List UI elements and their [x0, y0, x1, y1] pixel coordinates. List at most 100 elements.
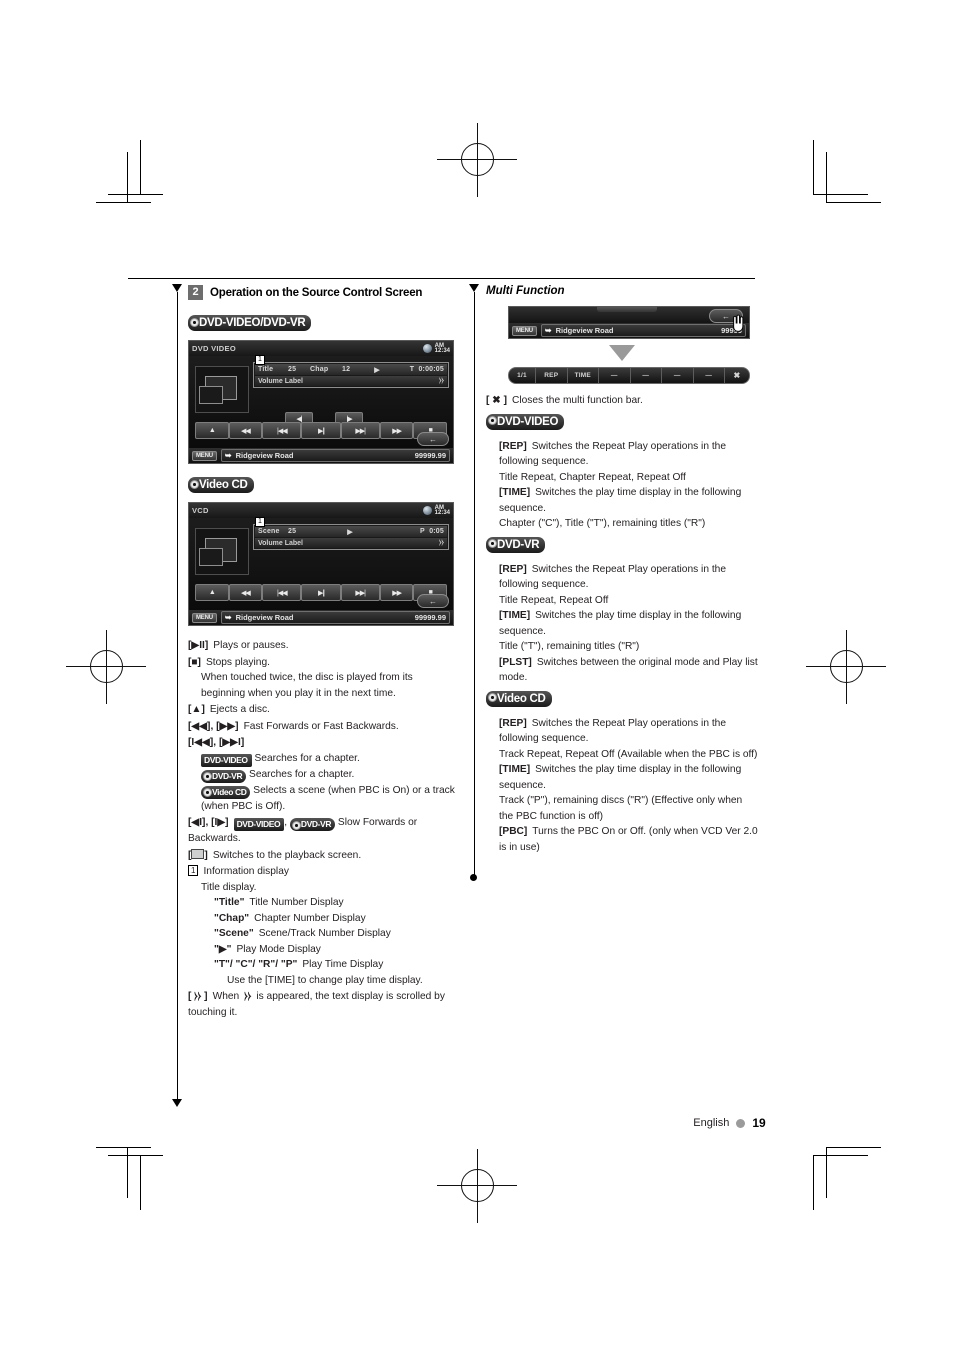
menu-button[interactable]: MENU: [512, 325, 537, 336]
rep-desc: Switches the Repeat Play operations in t…: [499, 717, 726, 745]
footer-dot-icon: [736, 1118, 746, 1128]
dvd-info-row-1: Title 25 Chap 12 ▶ T 0:00:05: [255, 364, 447, 375]
fast-forward-desc: Fast Forwards or Fast Backwards.: [243, 720, 399, 732]
dvd-clock-time: 12:34: [434, 347, 450, 354]
skip-dvdvideo-line: DVD-VIDEO Searches for a chapter.: [188, 751, 456, 767]
time-sequence: Chapter ("C"), Title ("T"), remaining ti…: [499, 518, 706, 529]
fast-backward-button[interactable]: ◀◀: [228, 584, 263, 601]
play-pause-button[interactable]: ▶||: [301, 422, 341, 439]
mf-blank-button-1[interactable]: —: [599, 368, 631, 383]
mf-rep-button[interactable]: REP: [536, 368, 568, 383]
fast-backward-button[interactable]: ◀◀: [228, 422, 263, 439]
skip-key: [I◀◀], [▶▶I]: [188, 737, 245, 748]
dvdvr-time: [TIME] Switches the play time display in …: [486, 608, 758, 655]
info-display-title: Information display: [203, 866, 289, 877]
vcd-clock: AM 12:34: [422, 505, 450, 516]
dvd-vr-inline-badge: DVD-VR: [201, 769, 247, 783]
fast-forward-button[interactable]: ▶▶: [379, 422, 414, 439]
vcd-time-display: P 0:05: [420, 528, 444, 535]
entry-slow: [◀I], [I▶] DVD-VIDEO, DVD-VR Slow Forward…: [188, 817, 418, 844]
entry-playback-screen: [] Switches to the playback screen.: [188, 848, 456, 864]
play-pause-button[interactable]: ▶||: [301, 584, 341, 601]
mf-nav-left: ➥ Ridgeview Road: [545, 326, 614, 335]
eject-button[interactable]: ▲: [195, 422, 229, 439]
vcd-info-row-1: Scene 25 ▶ P 0:05: [255, 526, 447, 537]
mf-navigation-bar[interactable]: ➥ Ridgeview Road 99999: [540, 324, 746, 337]
footer-language: English: [693, 1117, 730, 1129]
vcd-return-button[interactable]: ←: [417, 594, 449, 608]
dvdvr-rep: [REP] Switches the Repeat Play operations…: [486, 562, 758, 609]
mf-blank-button-3[interactable]: —: [662, 368, 694, 383]
rep-sequence: Title Repeat, Chapter Repeat, Repeat Off: [499, 471, 686, 483]
dvd-information-display: Title 25 Chap 12 ▶ T 0:00:05 Volume Labe…: [253, 362, 449, 388]
vcd-clock-text: AM 12:34: [435, 505, 450, 516]
dvd-play-mode-icon: ▶: [374, 366, 380, 374]
dvdvr-section-badge-wrap: DVD-VR: [486, 536, 546, 558]
vcd-scene-value: 25: [288, 528, 297, 535]
mf-close-button[interactable]: ✖: [725, 368, 749, 383]
multi-function-tab-area: ←: [509, 307, 749, 332]
dvd-transport-button-row: ▲ ◀◀ |◀◀ ▶|| ▶▶| ▶▶ ■: [195, 422, 447, 439]
dvd-navigation-bar[interactable]: ➥ Ridgeview Road 99999.99: [220, 449, 450, 462]
mf-blank-button-4[interactable]: —: [694, 368, 725, 383]
dvd-video-thumbnail[interactable]: [195, 366, 249, 413]
dvd-info-row-2: Volume Label ⧽⧽: [255, 376, 447, 386]
def-title: "Title" Title Number Display: [188, 895, 456, 911]
previous-track-button[interactable]: |◀◀: [262, 584, 302, 601]
menu-button[interactable]: MENU: [192, 450, 217, 461]
playback-screen-desc: Switches to the playback screen.: [212, 849, 362, 861]
dvd-time-display: T 0:00:05: [409, 366, 444, 373]
footer-inner: English 19: [693, 1116, 765, 1130]
dvd-return-button[interactable]: ←: [417, 432, 449, 446]
vcd-navigation-bar[interactable]: ➥ Ridgeview Road 99999.99: [220, 611, 450, 624]
left-column: 2 Operation on the Source Control Screen…: [188, 285, 456, 1021]
video-cd-heading-badge: Video CD: [188, 477, 254, 493]
registration-mark-left: [66, 630, 146, 704]
multi-function-tab-handle[interactable]: [597, 307, 657, 312]
menu-button[interactable]: MENU: [192, 612, 217, 623]
play-pause-key: [▶II]: [188, 640, 209, 651]
dvd-nav-left: ➥ Ridgeview Road: [225, 451, 294, 460]
right-flow-arrow-top: [469, 284, 479, 292]
fast-forward-button[interactable]: ▶▶: [379, 584, 414, 601]
playback-screen-key: []: [188, 848, 208, 861]
def-play-mode: "▶" Play Mode Display: [188, 942, 456, 958]
registration-mark-top: [437, 123, 517, 197]
def-play-text: Play Mode Display: [236, 943, 321, 955]
rep-desc: Switches the Repeat Play operations in t…: [499, 440, 726, 468]
down-arrow-icon: [609, 345, 635, 361]
dvd-title-label: Title: [258, 366, 274, 373]
mf-time-button[interactable]: TIME: [568, 368, 599, 383]
vcd-video-thumbnail[interactable]: [195, 528, 249, 575]
header-rule: [128, 278, 755, 279]
registration-mark-bottom: [437, 1149, 517, 1223]
left-flow-arrow-top: [172, 284, 182, 292]
dvd-video-dvd-vr-heading-badge: DVD-VIDEO/DVD-VR: [188, 315, 312, 331]
dvd-scroll-icon[interactable]: ⧽⧽: [439, 377, 444, 385]
crop-mark-tr-v2: [826, 152, 827, 202]
mf-blank-button-2[interactable]: —: [631, 368, 662, 383]
eject-desc: Ejects a disc.: [209, 704, 270, 715]
rep-key: [REP]: [499, 563, 527, 575]
pbc-key: [PBC]: [499, 826, 528, 837]
eject-button[interactable]: ▲: [195, 584, 229, 601]
stop-desc: Stops playing.: [205, 656, 270, 668]
turn-arrow-icon: ➥: [544, 326, 552, 335]
def-title-key: "Title": [214, 897, 245, 908]
next-track-button[interactable]: ▶▶|: [340, 584, 380, 601]
dvdvideo-rep: [REP] Switches the Repeat Play operations…: [486, 439, 758, 486]
time-desc: Switches the play time display in the fo…: [499, 764, 742, 791]
step-number: 2: [188, 285, 203, 300]
vcd-source-control-screen: VCD AM 12:34 1 Scene 25 ▶ P 0:05 Volume …: [188, 502, 454, 626]
time-desc: Switches the play time display in the fo…: [499, 487, 742, 514]
previous-track-button[interactable]: |◀◀: [262, 422, 302, 439]
skip-dvdvideo-desc: Searches for a chapter.: [254, 752, 360, 764]
crop-mark-tl-v2: [127, 152, 128, 202]
next-track-button[interactable]: ▶▶|: [340, 422, 380, 439]
skip-vcd-line: Video CD Selects a scene (when PBC is On…: [188, 783, 456, 815]
vcd-scroll-icon[interactable]: ⧽⧽: [439, 539, 444, 547]
crop-mark-tl-h: [108, 194, 163, 195]
dvd-volume-label: Volume Label: [258, 377, 303, 385]
dvdvideo-time: [TIME] Switches the play time display in …: [486, 485, 758, 532]
videocd-section-badge-wrap: Video CD: [486, 690, 552, 712]
